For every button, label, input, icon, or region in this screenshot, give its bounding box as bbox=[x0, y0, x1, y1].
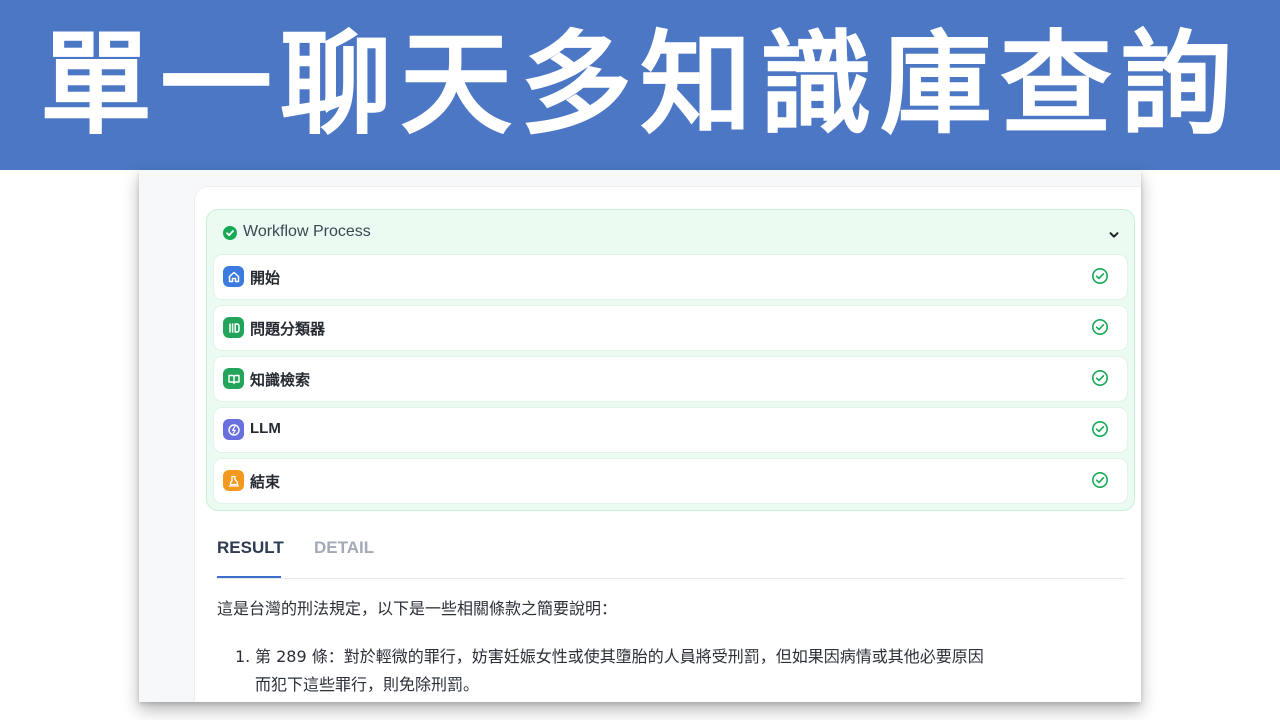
end-icon bbox=[223, 470, 244, 491]
workflow-header[interactable]: Workflow Process bbox=[207, 210, 1134, 254]
chevron-down-icon[interactable] bbox=[1108, 226, 1120, 245]
app-screenshot: Workflow Process 開始 問題分類器 知識檢索 LLM 結束 RE… bbox=[139, 170, 1141, 702]
check-circle-icon bbox=[1091, 318, 1109, 340]
step-label: 結束 bbox=[250, 474, 281, 491]
workflow-step-llm[interactable]: LLM bbox=[213, 407, 1128, 453]
list-item-line: 而犯下這些罪行，則免除刑罰。 bbox=[255, 675, 480, 694]
book-icon bbox=[223, 368, 244, 389]
check-circle-icon bbox=[1091, 471, 1109, 493]
list-item-number: 1. bbox=[235, 647, 251, 666]
tab-divider bbox=[217, 578, 1125, 579]
step-label: 問題分類器 bbox=[250, 321, 326, 338]
workflow-title: Workflow Process bbox=[243, 223, 371, 240]
list-item-line: 第 289 條：對於輕微的罪行，妨害妊娠女性或使其墮胎的人員將受刑罰，但如果因病… bbox=[255, 647, 984, 666]
check-circle-icon bbox=[1091, 369, 1109, 391]
workflow-step-question-classifier[interactable]: 問題分類器 bbox=[213, 305, 1128, 351]
result-intro-text: 這是台灣的刑法規定，以下是一些相關條款之簡要說明： bbox=[217, 599, 618, 618]
step-label: LLM bbox=[250, 420, 281, 437]
tab-detail[interactable]: DETAIL bbox=[314, 538, 374, 558]
check-circle-icon bbox=[1091, 420, 1109, 442]
result-tabs: RESULT DETAIL bbox=[217, 525, 1125, 579]
workflow-step-end[interactable]: 結束 bbox=[213, 458, 1128, 504]
workflow-step-knowledge-retrieval[interactable]: 知識檢索 bbox=[213, 356, 1128, 402]
chat-message-card: Workflow Process 開始 問題分類器 知識檢索 LLM 結束 RE… bbox=[194, 186, 1141, 702]
check-circle-icon bbox=[1091, 267, 1109, 289]
llm-icon bbox=[223, 419, 244, 440]
workflow-process-panel: Workflow Process 開始 問題分類器 知識檢索 LLM 結束 bbox=[206, 209, 1135, 511]
home-icon bbox=[223, 266, 244, 287]
title-banner: 單一聊天多知識庫查詢 bbox=[0, 0, 1280, 170]
success-check-icon bbox=[223, 226, 237, 240]
step-label: 知識檢索 bbox=[250, 372, 311, 389]
tab-result[interactable]: RESULT bbox=[217, 538, 284, 558]
step-label: 開始 bbox=[250, 270, 281, 287]
list-item-text: 第 289 條：對於輕微的罪行，妨害妊娠女性或使其墮胎的人員將受刑罰，但如果因病… bbox=[255, 643, 1115, 699]
classifier-icon bbox=[223, 317, 244, 338]
workflow-step-start[interactable]: 開始 bbox=[213, 254, 1128, 300]
banner-title: 單一聊天多知識庫查詢 bbox=[40, 20, 1240, 150]
